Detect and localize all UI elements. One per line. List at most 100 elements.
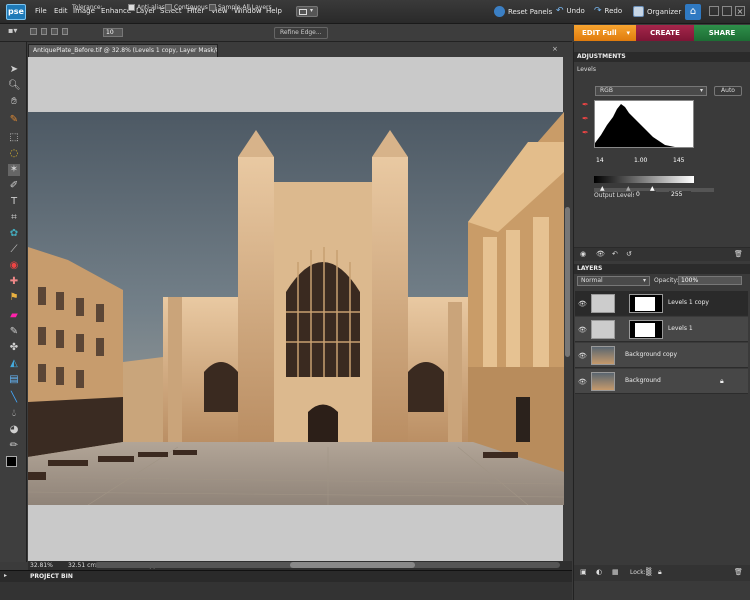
clip-to-layer-icon[interactable]: ◉ xyxy=(580,250,586,258)
add-selection-icon[interactable] xyxy=(40,28,47,35)
new-adjustment-layer-icon[interactable]: ◐ xyxy=(596,568,602,576)
red-eye-tool-icon[interactable]: ◉ xyxy=(8,260,20,272)
crop-tool-icon[interactable]: ⌗ xyxy=(8,212,20,224)
tab-create[interactable]: CREATE xyxy=(636,25,694,41)
selection-mode-icons[interactable] xyxy=(30,28,70,37)
shape-tool-icon[interactable]: ╲ xyxy=(8,392,20,404)
vertical-scrollbar[interactable] xyxy=(563,57,572,561)
auto-button[interactable]: Auto xyxy=(714,86,742,96)
gray-point-eyedropper-icon[interactable]: ✒ xyxy=(582,114,589,123)
adjustments-header[interactable]: ADJUSTMENTS xyxy=(574,52,750,62)
output-white-field[interactable]: 255 xyxy=(669,191,691,200)
blur-tool-icon[interactable]: 💧︎ xyxy=(8,408,20,420)
chevron-down-icon: ▾ xyxy=(699,87,703,94)
input-black-field[interactable]: 14 xyxy=(594,157,616,166)
tab-share[interactable]: SHARE xyxy=(694,25,750,41)
zoom-tool-icon[interactable]: 🔍︎ xyxy=(8,80,21,92)
document-close-icon[interactable]: × xyxy=(552,45,558,53)
foreground-color-swatch[interactable] xyxy=(6,456,17,467)
paint-bucket-tool-icon[interactable]: ◭ xyxy=(8,358,20,370)
input-white-field[interactable]: 145 xyxy=(671,157,693,166)
eye-icon[interactable]: 👁︎ xyxy=(578,300,587,308)
tool-preset-icon[interactable]: ▪▾ xyxy=(8,26,17,35)
clone-stamp-tool-icon[interactable]: ⚑ xyxy=(8,292,20,304)
zoom-level[interactable]: 32.81% xyxy=(30,562,53,569)
subtract-selection-icon[interactable] xyxy=(51,28,58,35)
eye-icon[interactable]: 👁︎ xyxy=(578,352,587,360)
blend-mode-select[interactable]: Normal ▾ xyxy=(577,276,650,286)
opacity-input[interactable]: 100% xyxy=(678,276,742,285)
tab-edit[interactable]: EDIT Full ▾ xyxy=(574,25,636,41)
eye-icon[interactable]: 👁︎ xyxy=(578,326,587,334)
tolerance-input[interactable]: 10 xyxy=(103,28,123,37)
sample-all-layers-checkbox[interactable]: Sample All Layers xyxy=(209,4,272,11)
organizer-button[interactable]: Organizer xyxy=(633,6,681,17)
arrange-dropdown[interactable]: ▾ xyxy=(296,6,318,17)
white-point-eyedropper-icon[interactable]: ✒ xyxy=(582,128,589,137)
project-bin-header[interactable]: PROJECT BIN xyxy=(0,570,572,582)
close-icon[interactable]: × xyxy=(735,6,745,16)
straighten-tool-icon[interactable]: ⟋ xyxy=(8,244,20,256)
layers-header[interactable]: LAYERS xyxy=(574,264,750,274)
refine-edge-button[interactable]: Refine Edge... xyxy=(274,27,328,39)
layer-row[interactable]: 👁︎ Background 🔒︎ xyxy=(575,369,748,394)
trash-icon[interactable]: 🗑︎ xyxy=(734,250,743,258)
gradient-tool-icon[interactable]: ▤ xyxy=(8,374,20,386)
healing-brush-tool-icon[interactable]: ✚ xyxy=(8,276,20,288)
minimize-icon[interactable] xyxy=(709,6,719,16)
type-tool-icon[interactable]: T xyxy=(8,196,20,208)
document-tab[interactable]: AntiquePlate_Before.tif @ 32.8% (Levels … xyxy=(28,44,218,57)
lock-transparency-icon[interactable]: ▒ xyxy=(646,568,651,576)
reset-panels-button[interactable]: Reset Panels xyxy=(494,6,552,17)
layer-row[interactable]: 👁︎ Background copy xyxy=(575,343,748,368)
smart-brush-tool-icon[interactable]: ✤ xyxy=(8,342,20,354)
eraser-tool-icon[interactable]: ▰ xyxy=(8,310,20,322)
sponge-tool-icon[interactable]: ◕ xyxy=(8,424,20,436)
menu-edit[interactable]: Edit xyxy=(54,7,68,15)
pencil-tool-icon[interactable]: ✏ xyxy=(8,440,20,452)
input-black-slider-icon[interactable]: ▲ xyxy=(600,185,605,192)
reset-panels-icon xyxy=(494,6,505,17)
layer-row[interactable]: 👁︎ Levels 1 copy xyxy=(575,291,748,316)
layer-mask-thumbnail[interactable] xyxy=(629,320,663,339)
undo-button[interactable]: ↶ Undo xyxy=(556,6,585,16)
eye-icon[interactable]: 👁︎ xyxy=(578,378,587,386)
eyedropper-tool-icon[interactable]: ✎ xyxy=(8,114,20,126)
menu-file[interactable]: File xyxy=(35,7,47,15)
new-layer-icon[interactable]: ▣ xyxy=(580,568,587,576)
output-black-field[interactable]: 0 xyxy=(634,191,656,200)
magic-wand-tool-icon[interactable]: ✶ xyxy=(8,164,20,176)
anti-alias-checkbox[interactable]: Anti-alias xyxy=(128,4,165,11)
input-mid-field[interactable]: 1.00 xyxy=(632,157,654,166)
layer-mask-icon[interactable]: ▦ xyxy=(612,568,619,576)
document-image[interactable] xyxy=(28,112,564,505)
cookie-cutter-tool-icon[interactable]: ✿ xyxy=(8,228,20,240)
previous-state-icon[interactable]: ↶ xyxy=(612,250,618,258)
lasso-tool-icon[interactable]: ◌ xyxy=(8,148,20,160)
reset-icon[interactable]: ↺ xyxy=(626,250,632,258)
input-mid-slider-icon[interactable]: ▲ xyxy=(626,185,631,192)
vertical-scroll-thumb[interactable] xyxy=(565,207,570,357)
horizontal-scroll-thumb[interactable] xyxy=(290,562,415,568)
hand-tool-icon[interactable]: ✋︎ xyxy=(8,96,20,108)
visibility-icon[interactable]: 👁︎ xyxy=(596,250,605,258)
layer-mask-thumbnail[interactable] xyxy=(629,294,663,313)
histogram xyxy=(594,100,694,148)
layer-row[interactable]: 👁︎ Levels 1 xyxy=(575,317,748,342)
move-tool-icon[interactable]: ➤ xyxy=(8,64,20,76)
new-selection-icon[interactable] xyxy=(30,28,37,35)
marquee-tool-icon[interactable]: ⬚ xyxy=(8,132,20,144)
quick-selection-tool-icon[interactable]: ✐ xyxy=(8,180,20,192)
black-point-eyedropper-icon[interactable]: ✒ xyxy=(582,100,589,109)
brush-tool-icon[interactable]: ✎ xyxy=(8,326,20,338)
menu-enhance[interactable]: Enhance xyxy=(101,7,131,15)
home-icon[interactable]: ⌂ xyxy=(685,4,701,20)
contiguous-checkbox[interactable]: Contiguous xyxy=(165,4,208,11)
intersect-selection-icon[interactable] xyxy=(61,28,68,35)
maximize-icon[interactable] xyxy=(722,6,732,16)
trash-icon[interactable]: 🗑︎ xyxy=(734,568,743,576)
redo-button[interactable]: ↷ Redo xyxy=(594,6,622,16)
expand-triangle-icon[interactable]: ▸ xyxy=(4,572,7,579)
lock-all-icon[interactable]: 🔒︎ xyxy=(658,568,662,577)
channel-select[interactable]: RGB ▾ xyxy=(595,86,707,96)
